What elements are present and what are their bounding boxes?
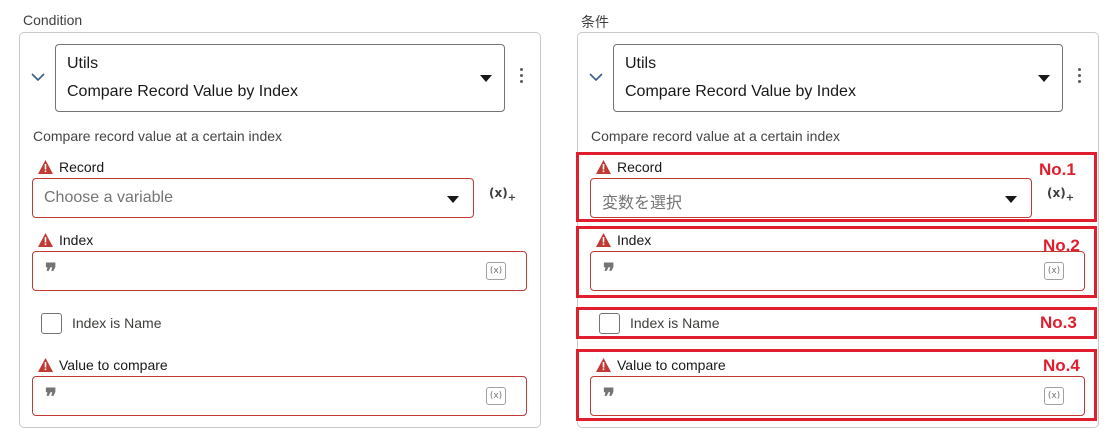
- warning-icon: [38, 233, 53, 247]
- condition-panel-en: Condition Utils Compare Record Value by …: [0, 0, 541, 441]
- index-label: Index: [38, 232, 93, 248]
- dropdown-caret-icon: [447, 196, 459, 203]
- action-description: Compare record value at a certain index: [591, 128, 841, 144]
- section-title: Condition: [23, 12, 83, 28]
- record-placeholder: Choose a variable: [44, 189, 173, 206]
- index-input[interactable]: ❞ (x): [32, 251, 527, 291]
- record-label: Record: [38, 159, 104, 175]
- annotation-box-2: [576, 226, 1097, 298]
- annotation-label-1: No.1: [1039, 160, 1076, 179]
- index-is-name-checkbox[interactable]: [41, 313, 62, 334]
- value-to-compare-input[interactable]: ❞ (x): [32, 376, 527, 416]
- dropdown-caret-icon: [1038, 75, 1050, 82]
- annotation-label-4: No.4: [1043, 356, 1080, 375]
- action-category: Utils: [67, 55, 99, 72]
- action-description: Compare record value at a certain index: [33, 128, 283, 144]
- quote-icon: ❞: [45, 384, 57, 410]
- more-options-icon[interactable]: [1074, 68, 1084, 90]
- fx-icon[interactable]: (x): [486, 262, 506, 280]
- annotation-box-1: [576, 152, 1097, 222]
- action-category: Utils: [625, 55, 657, 72]
- index-label-text: Index: [59, 232, 94, 248]
- chevron-down-icon[interactable]: [587, 68, 605, 86]
- quote-icon: ❞: [45, 259, 57, 285]
- annotation-label-2: No.2: [1043, 236, 1080, 255]
- value-label-text: Value to compare: [59, 357, 168, 373]
- record-variable-select[interactable]: Choose a variable: [32, 178, 474, 218]
- fx-icon[interactable]: (x): [486, 387, 506, 405]
- chevron-down-icon[interactable]: [29, 68, 47, 86]
- action-name: Compare Record Value by Index: [67, 83, 298, 100]
- action-name: Compare Record Value by Index: [625, 83, 856, 100]
- value-label: Value to compare: [38, 357, 168, 373]
- section-title: 条件: [581, 14, 609, 30]
- annotation-box-4: [576, 349, 1097, 421]
- warning-icon: [38, 160, 53, 174]
- warning-icon: [38, 358, 53, 372]
- index-is-name-label: Index is Name: [72, 315, 162, 331]
- more-options-icon[interactable]: [516, 68, 526, 90]
- resource-picker-icon[interactable]: (x)+: [489, 186, 516, 203]
- condition-panel-ja: 条件 Utils Compare Record Value by Index C…: [558, 0, 1099, 441]
- action-select[interactable]: Utils Compare Record Value by Index: [613, 44, 1063, 112]
- record-label-text: Record: [59, 159, 105, 175]
- dropdown-caret-icon: [480, 75, 492, 82]
- annotation-box-3: [576, 307, 1097, 339]
- action-select[interactable]: Utils Compare Record Value by Index: [55, 44, 505, 112]
- annotation-label-3: No.3: [1040, 313, 1077, 332]
